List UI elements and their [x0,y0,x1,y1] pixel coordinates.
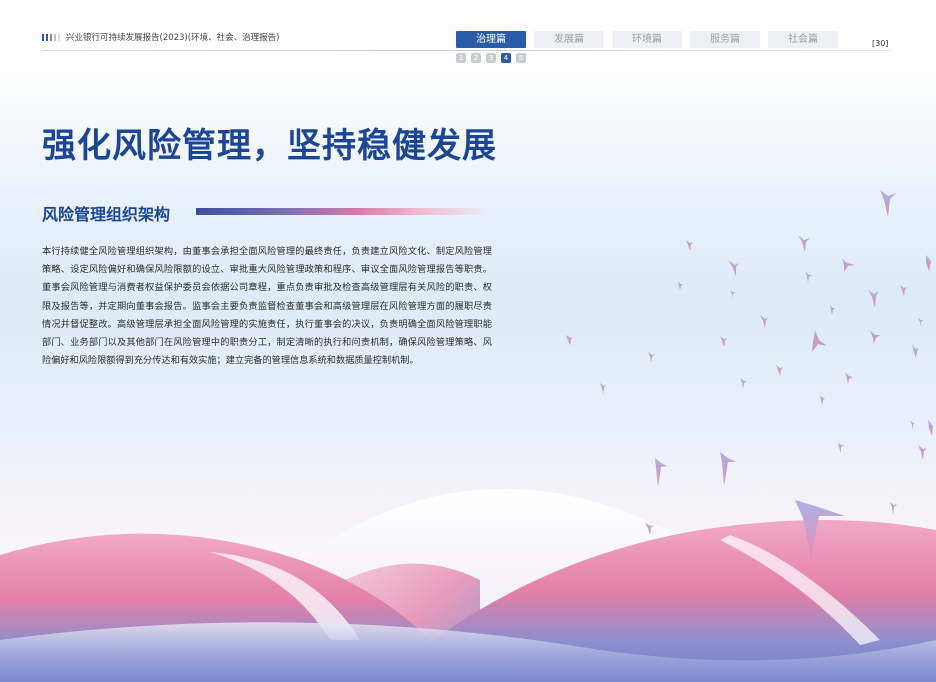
bird-icon [912,345,919,358]
hill-left [0,533,430,682]
page-number: [30] [872,39,889,48]
hill-right [380,520,936,682]
step-5[interactable]: 5 [516,53,526,63]
section-heading: 风险管理组织架构 [42,205,171,224]
bird-icon [795,500,845,558]
bird-icon [760,315,768,328]
header-divider [42,50,892,51]
logo-bar [54,33,56,41]
bird-icon [645,523,654,535]
bird-icon [776,365,783,376]
bird-icon [740,378,747,389]
tab-society[interactable]: 社会篇 [768,31,838,48]
bird-icon [880,190,896,217]
bird-icon [890,502,897,515]
body-paragraph: 本行持续健全风险管理组织架构，由董事会承担全面风险管理的最终责任，负责建立风险文… [42,246,492,367]
step-4[interactable]: 4 [501,53,511,63]
bird-flock [566,190,933,558]
bird-icon [798,235,810,252]
bird-icon [845,372,853,384]
hill-right-highlight [720,535,880,645]
bird-icon [728,260,739,277]
bird-icon [868,290,879,308]
bird-icon [812,330,827,352]
tab-development[interactable]: 发展篇 [534,31,604,48]
logo-bar [58,33,60,41]
bird-icon [820,395,825,405]
logo-bar [46,33,48,41]
step-3[interactable]: 3 [486,53,496,63]
page-title: 强化风险管理，坚持稳健发展 [42,126,497,166]
bird-icon [918,318,923,326]
bird-icon [566,335,573,345]
report-page: 兴业银行可持续发展报告(2023)(环境、社会、治理报告) 治理篇 发展篇 环境… [0,0,936,682]
chapter-tabs: 治理篇 发展篇 环境篇 服务篇 社会篇 [456,31,838,48]
bird-icon [600,383,606,394]
step-1[interactable]: 1 [456,53,466,63]
report-header: 兴业银行可持续发展报告(2023)(环境、社会、治理报告) [42,30,279,44]
section-heading-bar [196,208,490,215]
bird-icon [648,352,655,362]
bird-icon [720,336,727,347]
section-steps: 1 2 3 4 5 [456,53,526,63]
logo-bar [42,33,44,41]
bird-icon [730,290,735,298]
bird-icon [870,330,880,344]
hill-left-highlight [210,552,360,640]
tab-service[interactable]: 服务篇 [690,31,760,48]
tab-environment[interactable]: 环境篇 [612,31,682,48]
tab-governance[interactable]: 治理篇 [456,31,526,48]
bird-icon [842,258,855,272]
logo-bar [50,33,52,41]
step-2[interactable]: 2 [471,53,481,63]
bird-icon [830,305,835,315]
report-title: 兴业银行可持续发展报告(2023)(环境、社会、治理报告) [66,33,280,43]
header-logo-bars [42,33,60,41]
bird-icon [655,458,667,487]
bird-icon [838,442,844,453]
bird-icon [720,452,736,486]
bird-icon [928,420,933,436]
hill-small-pink [335,563,480,682]
bird-icon [926,255,931,271]
hill-white-dome [250,488,720,682]
bird-icon [918,445,927,460]
bird-icon [678,282,683,290]
bird-icon [900,285,907,296]
bird-icon [806,272,812,282]
hill-bottom-mist [0,622,936,682]
bird-icon [910,420,915,430]
bird-icon [686,240,693,251]
